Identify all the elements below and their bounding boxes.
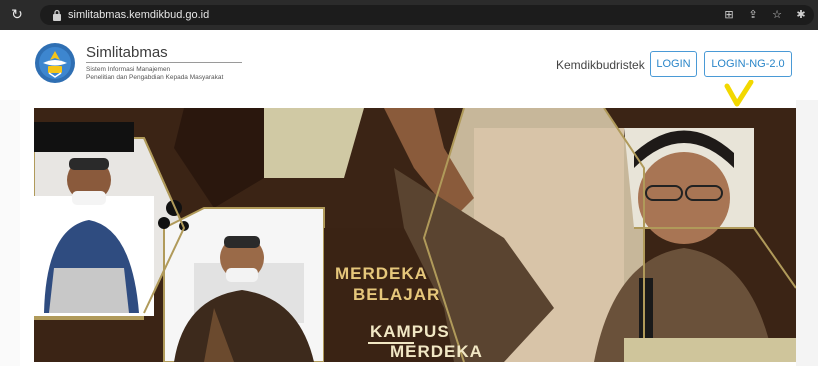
brand-subtitle-line1: Sistem Informasi Manajemen [86,66,171,73]
page-gutter-left [0,100,20,366]
share-icon[interactable]: ⇪ [746,8,760,22]
extensions-icon[interactable]: ✱ [794,8,808,22]
lock-icon [53,9,61,21]
reload-icon[interactable]: ↻ [9,7,25,23]
brand-name[interactable]: Simlitabmas [86,44,168,61]
login-ng-button[interactable]: LOGIN-NG-2.0 [704,51,792,77]
translate-icon[interactable]: ⊞ [722,8,736,22]
browser-toolbar: ↻ simlitabmas.kemdikbud.go.id ⊞ ⇪ ☆ ✱ [0,0,818,30]
login-button[interactable]: LOGIN [650,51,697,77]
bookmark-star-icon[interactable]: ☆ [770,8,784,22]
banner-line1: MERDEKA [335,264,428,283]
banner-line4: MERDEKA [390,342,483,361]
banner-line3: KAMPUS [370,322,450,341]
hero-banner: MERDEKA BELAJAR KAMPUS MERDEKA [34,108,796,362]
banner-line2: BELAJAR [353,285,441,304]
nav-kemdikbudristek[interactable]: Kemdikbudristek [556,58,645,72]
page-gutter-right [796,100,818,366]
checkmark-annotation-icon [724,80,754,107]
address-url[interactable]: simlitabmas.kemdikbud.go.id [68,8,209,22]
tut-wuri-handayani-logo[interactable] [34,42,76,84]
brand-divider [86,62,242,63]
brand-subtitle-line2: Penelitian dan Pengabdian Kepada Masyara… [86,74,224,81]
